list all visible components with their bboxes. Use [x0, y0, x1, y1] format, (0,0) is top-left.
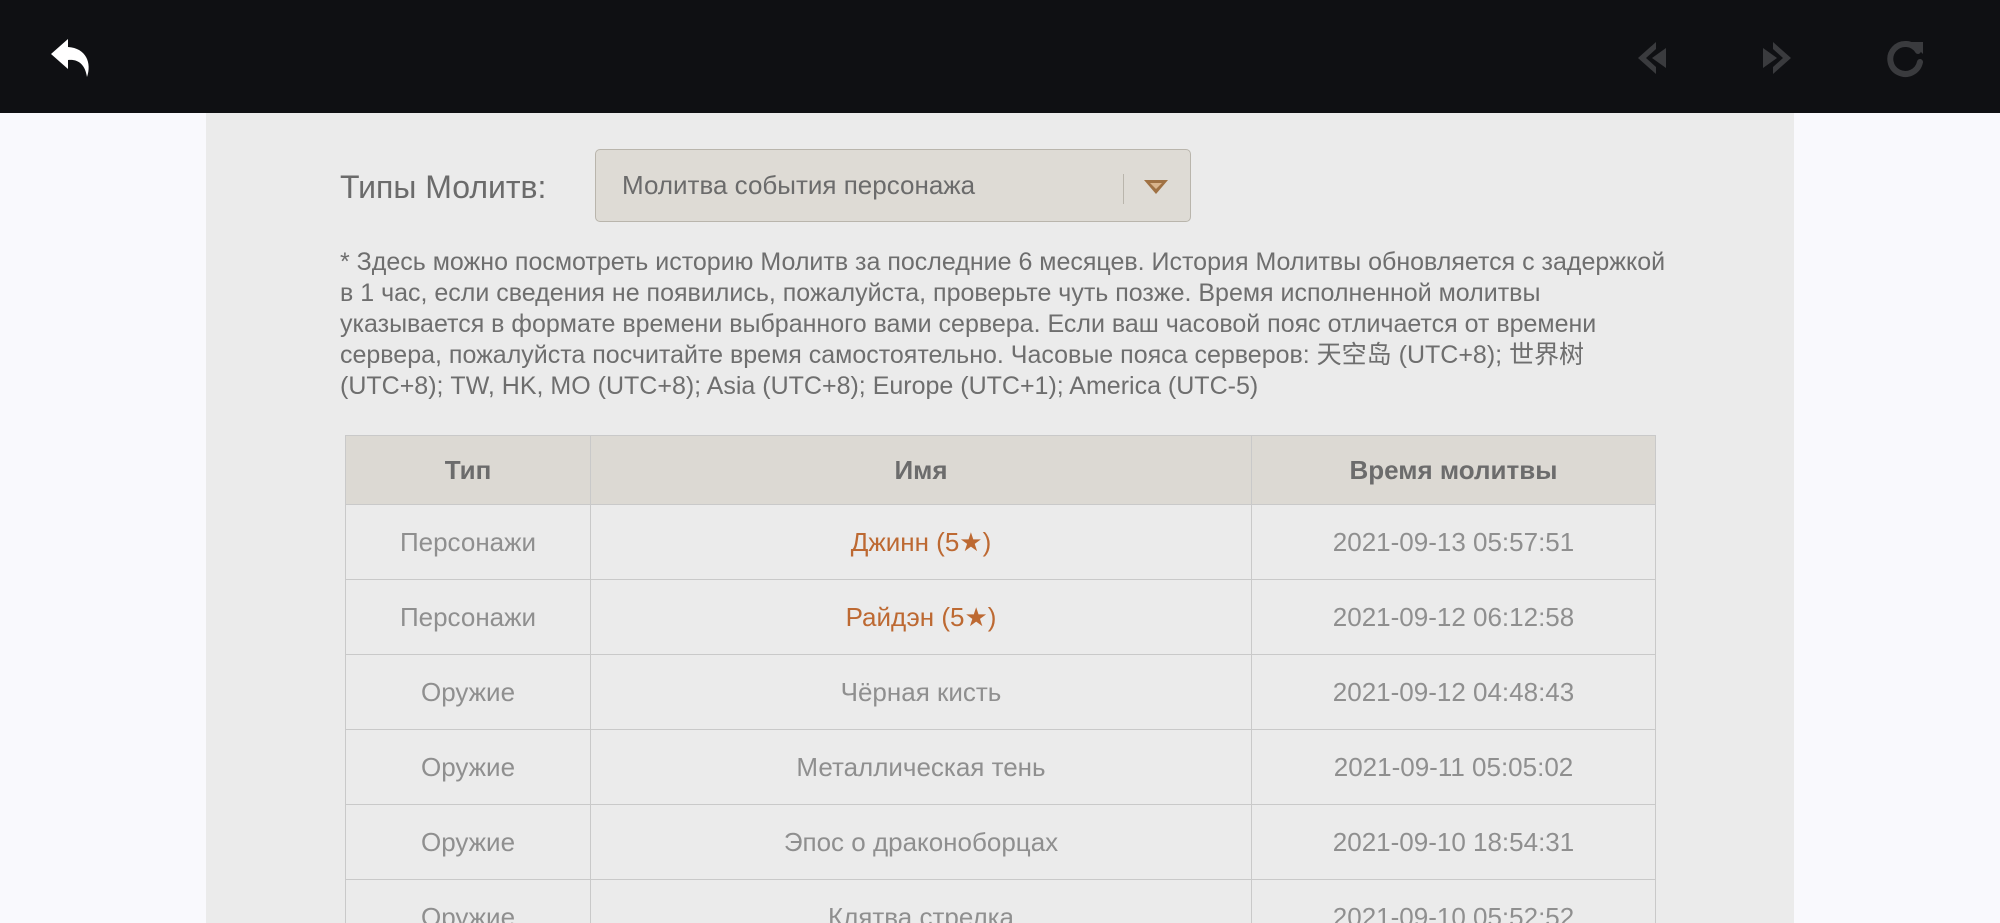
nav-forward-icon — [1763, 42, 1791, 74]
table-row: Оружие Эпос о драконоборцах 2021-09-10 1… — [345, 804, 1656, 880]
table-header-row: Тип Имя Время молитвы — [345, 435, 1656, 505]
row-time: 2021-09-10 05:52:52 — [1251, 879, 1656, 923]
header-time: Время молитвы — [1251, 435, 1656, 505]
row-type: Оружие — [345, 729, 591, 805]
table-row: Персонажи Джинн (5★) 2021-09-13 05:57:51 — [345, 504, 1656, 580]
wish-history-panel: Типы Молитв: Молитва события персонажа *… — [206, 113, 1794, 923]
reload-button[interactable] — [1875, 28, 1935, 88]
undo-arrow-icon — [51, 39, 89, 77]
next-page-button[interactable] — [1747, 28, 1807, 88]
header-type: Тип — [345, 435, 591, 505]
row-type: Персонажи — [345, 579, 591, 655]
top-toolbar — [0, 0, 2000, 113]
row-time: 2021-09-12 06:12:58 — [1251, 579, 1656, 655]
row-time: 2021-09-11 05:05:02 — [1251, 729, 1656, 805]
row-type: Оружие — [345, 654, 591, 730]
row-name: Клятва стрелка — [590, 879, 1252, 923]
reload-icon — [1887, 41, 1923, 77]
back-button[interactable] — [41, 28, 101, 88]
row-name: Чёрная кисть — [590, 654, 1252, 730]
row-time: 2021-09-12 04:48:43 — [1251, 654, 1656, 730]
wish-history-table: Тип Имя Время молитвы Персонажи Джинн (5… — [345, 435, 1656, 923]
table-row: Оружие Металлическая тень 2021-09-11 05:… — [345, 729, 1656, 805]
row-time: 2021-09-13 05:57:51 — [1251, 504, 1656, 580]
row-type: Оружие — [345, 879, 591, 923]
nav-back-icon — [1638, 42, 1666, 74]
prev-page-button[interactable] — [1622, 28, 1682, 88]
row-name: Металлическая тень — [590, 729, 1252, 805]
chevron-down-icon — [1144, 180, 1168, 194]
history-note: * Здесь можно посмотреть историю Молитв … — [340, 248, 1666, 400]
row-name: Джинн (5★) — [590, 504, 1252, 580]
wish-type-select[interactable]: Молитва события персонажа — [595, 149, 1191, 222]
row-time: 2021-09-10 18:54:31 — [1251, 804, 1656, 880]
table-row: Оружие Чёрная кисть 2021-09-12 04:48:43 — [345, 654, 1656, 730]
row-name: Эпос о драконоборцах — [590, 804, 1252, 880]
select-divider — [1123, 174, 1124, 204]
row-name: Райдэн (5★) — [590, 579, 1252, 655]
row-type: Оружие — [345, 804, 591, 880]
table-row: Персонажи Райдэн (5★) 2021-09-12 06:12:5… — [345, 579, 1656, 655]
selected-wish-type: Молитва события персонажа — [622, 170, 976, 200]
wish-type-label: Типы Молитв: — [340, 169, 547, 205]
table-row: Оружие Клятва стрелка 2021-09-10 05:52:5… — [345, 879, 1656, 923]
header-name: Имя — [590, 435, 1252, 505]
row-type: Персонажи — [345, 504, 591, 580]
